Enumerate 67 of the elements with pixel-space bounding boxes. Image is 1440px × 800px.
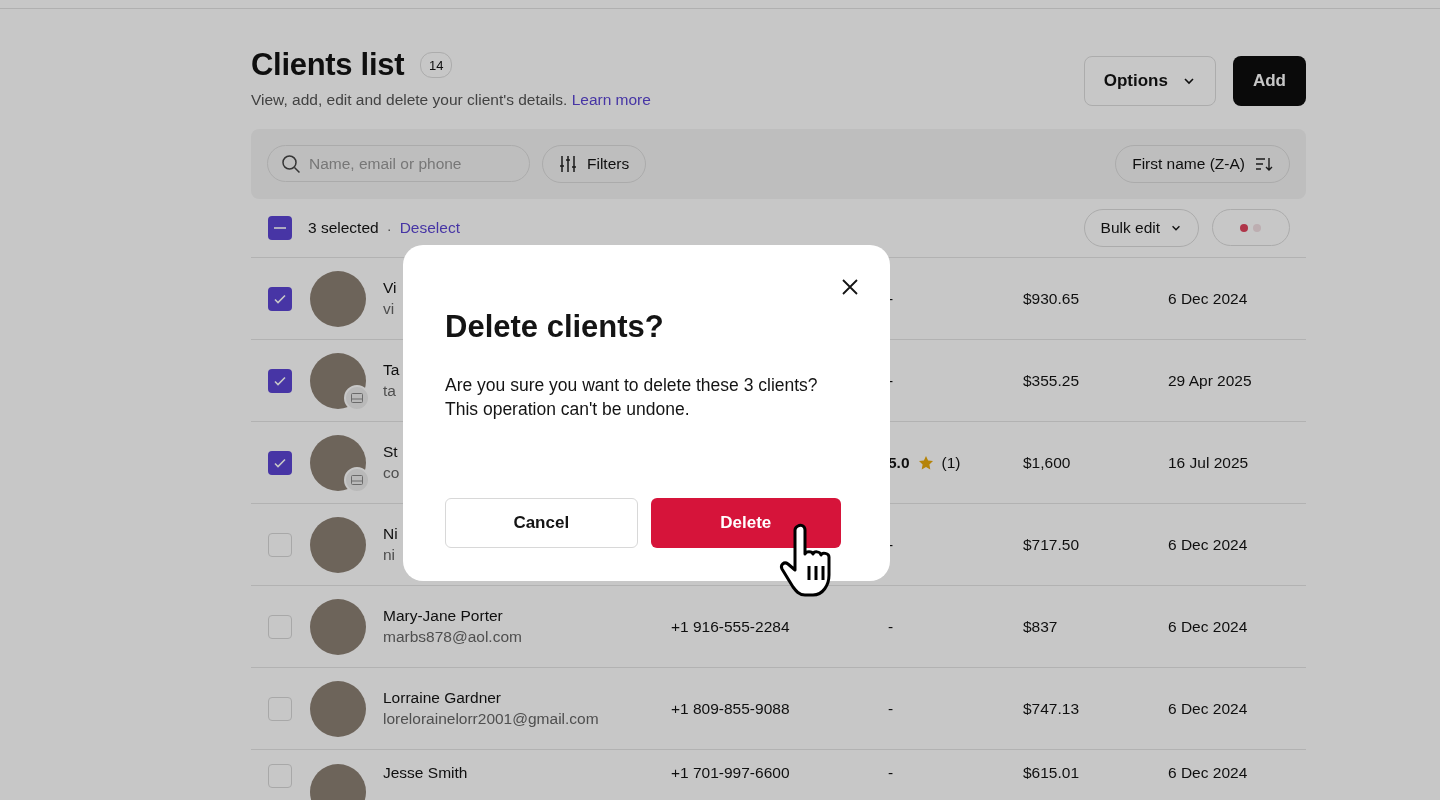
cancel-button[interactable]: Cancel (445, 498, 638, 548)
checkbox[interactable] (268, 614, 292, 639)
client-email: lorelorainelorr2001@gmail.com (383, 710, 599, 728)
date-cell-text: 16 Jul 2025 (1168, 453, 1250, 472)
checkbox[interactable] (268, 286, 292, 311)
client-name: St (383, 443, 398, 461)
dialog-message: Are you sure you want to delete these 3 clients? This operation can't be undone. (445, 374, 819, 421)
search-field[interactable]: Name, email or phone (267, 145, 530, 182)
page-title: Clients list (251, 47, 405, 83)
client-email: vi (383, 300, 395, 318)
checkbox[interactable] (268, 368, 292, 393)
select-all-checkbox[interactable] (268, 216, 292, 240)
client-email: ta (383, 382, 396, 400)
checkbox[interactable] (268, 450, 292, 475)
rating-cell-text: - (888, 764, 895, 782)
client-name: Mary-Jane Porter (383, 607, 503, 625)
spend-cell-text: $355.25 (1023, 371, 1081, 390)
spend-cell-text: $1,600 (1023, 453, 1072, 472)
rating-cell-text: - (888, 699, 895, 718)
phone-cell-text: +1 916-555-2284 (671, 617, 791, 636)
sort-icon (1255, 156, 1273, 172)
count-badge: 14 (420, 52, 453, 78)
star-icon (917, 454, 934, 471)
rating-cell-text: - (888, 289, 895, 308)
client-name: Ni (383, 525, 398, 543)
client-email: marbs878@aol.com (383, 628, 522, 646)
spend-cell-text: $717.50 (1023, 535, 1081, 554)
rating-cell-text: - (888, 617, 895, 636)
client-name: Vi (383, 279, 397, 297)
rating-cell-text: - (888, 535, 895, 554)
date-cell-text: 29 Apr 2025 (1168, 371, 1253, 390)
dots-icon (1240, 223, 1262, 232)
selected-count: 3 selected (308, 219, 379, 237)
phone-cell-text: +1 809-855-9088 (671, 699, 791, 718)
client-name: Jesse Smith (383, 764, 468, 782)
checkbox[interactable] (268, 696, 292, 721)
spend-cell-text: $747.13 (1023, 699, 1081, 718)
close-button[interactable] (840, 277, 860, 297)
minus-icon (274, 227, 286, 229)
rating-cell-text: - (888, 371, 895, 390)
review-count: (1) (941, 453, 961, 472)
delete-button[interactable]: Delete (650, 498, 841, 548)
search-icon (281, 154, 301, 174)
spend-cell-text: $930.65 (1023, 289, 1081, 308)
dialog-title: Delete clients? (445, 309, 665, 345)
page-subtitle: View, add, edit and delete your client's details. Learn more (251, 91, 651, 109)
spend-cell-text: $837 (1023, 617, 1059, 636)
date-cell-text: 6 Dec 2024 (1168, 699, 1249, 718)
date-cell-text: 6 Dec 2024 (1168, 764, 1249, 782)
date-cell-text: 6 Dec 2024 (1168, 289, 1249, 308)
client-name: Ta (383, 361, 400, 379)
sliders-icon (559, 155, 577, 173)
options-button[interactable]: Options (1083, 56, 1216, 106)
checkbox[interactable] (268, 532, 292, 557)
date-cell-text: 6 Dec 2024 (1168, 617, 1249, 636)
client-email: co (383, 464, 400, 482)
close-icon (842, 279, 858, 295)
separator-dot: · (386, 219, 392, 237)
date-cell-text: 6 Dec 2024 (1168, 535, 1249, 554)
add-button[interactable]: Add (1232, 56, 1306, 106)
spend-cell-text: $615.01 (1023, 764, 1081, 782)
checkbox[interactable] (268, 764, 292, 788)
deselect-link[interactable]: Deselect (399, 219, 460, 237)
learn-more-link[interactable]: Learn more (571, 91, 651, 108)
client-email: ni (383, 546, 396, 564)
phone-cell-text: +1 701-997-6600 (671, 764, 791, 782)
client-name: Lorraine Gardner (383, 689, 502, 707)
